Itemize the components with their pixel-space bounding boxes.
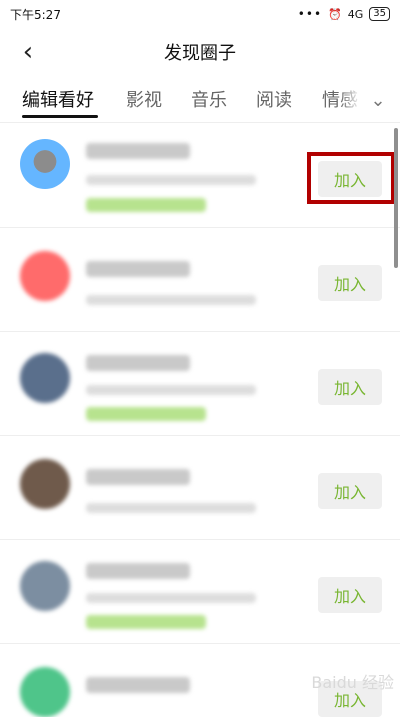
join-button[interactable]: 加入	[318, 577, 382, 613]
header: ‹ 发现圈子	[0, 28, 400, 76]
avatar	[20, 667, 70, 717]
circle-name	[86, 355, 190, 371]
page-title: 发现圈子	[164, 43, 236, 64]
list-item[interactable]: 加入	[0, 539, 400, 644]
avatar	[20, 139, 70, 189]
alarm-icon: ⏰	[328, 7, 342, 21]
network-indicator: 4G	[347, 7, 364, 21]
avatar	[20, 561, 70, 611]
tab-movies[interactable]: 影视	[126, 86, 162, 112]
status-time: 下午5:27	[10, 7, 61, 22]
circle-name	[86, 677, 190, 693]
circle-tag	[86, 407, 206, 421]
circle-name	[86, 261, 190, 277]
tab-reading[interactable]: 阅读	[256, 86, 292, 112]
baidu-watermark: Baidu 经验	[311, 673, 394, 692]
join-button[interactable]: 加入	[318, 473, 382, 509]
category-tabs: 编辑看好 影视 音乐 阅读 情感 ⌄	[0, 78, 400, 123]
tab-music[interactable]: 音乐	[191, 86, 227, 112]
circle-tag	[86, 198, 206, 212]
avatar	[20, 353, 70, 403]
join-button[interactable]: 加入	[318, 161, 382, 197]
circle-meta	[86, 593, 256, 603]
circle-meta	[86, 295, 256, 305]
list-item[interactable]: 加入	[0, 123, 400, 228]
circle-meta	[86, 385, 256, 395]
list-item[interactable]: 加入	[0, 331, 400, 436]
tab-editor-picks[interactable]: 编辑看好	[22, 86, 94, 112]
scrollbar[interactable]	[394, 128, 398, 268]
circle-meta	[86, 503, 256, 513]
avatar	[20, 459, 70, 509]
battery-indicator: 35	[369, 7, 390, 21]
active-tab-indicator	[22, 115, 98, 118]
circle-name	[86, 469, 190, 485]
circle-name	[86, 143, 190, 159]
status-icons: ••• ⏰ 4G 35	[298, 7, 390, 21]
back-button[interactable]: ‹	[12, 36, 44, 68]
circle-name	[86, 563, 190, 579]
status-bar: 下午5:27 ••• ⏰ 4G 35	[0, 0, 400, 28]
notification-dots-icon: •••	[297, 7, 323, 21]
chevron-down-icon[interactable]: ⌄	[366, 88, 390, 112]
join-button[interactable]: 加入	[318, 265, 382, 301]
join-button[interactable]: 加入	[318, 369, 382, 405]
avatar	[20, 251, 70, 301]
circle-meta	[86, 175, 256, 185]
list-item[interactable]: 加入	[0, 435, 400, 540]
circle-tag	[86, 615, 206, 629]
chevron-left-icon: ‹	[22, 37, 34, 67]
list-item[interactable]: 加入	[0, 227, 400, 332]
